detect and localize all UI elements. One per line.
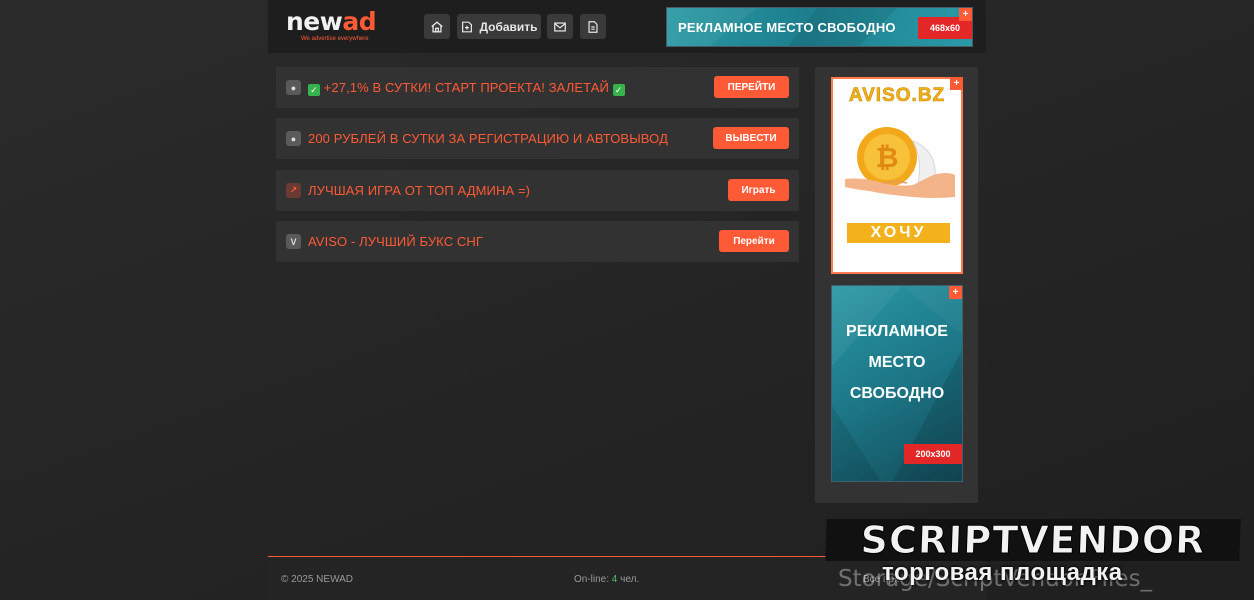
banner-200-plus-button[interactable]: + (949, 286, 962, 299)
logo-text-accent: ad (342, 7, 377, 36)
list-item-title: AVISO - ЛУЧШИЙ БУКС СНГ (308, 234, 484, 249)
withdraw-button[interactable]: ВЫВЕСТИ (713, 127, 789, 149)
online-counter: On-line: 4 чел. (574, 574, 640, 585)
banner-200-line-1: РЕКЛАМНОЕ (846, 323, 948, 340)
play-button[interactable]: Играть (728, 179, 789, 201)
banner-200-size: 200x300 (904, 444, 962, 464)
checkmark-icon: ✓ (308, 84, 320, 96)
circle-dot-icon: ● (286, 131, 301, 146)
home-icon (431, 20, 443, 32)
list-item-title: 200 РУБЛЕЙ В СУТКИ ЗА РЕГИСТРАЦИЮ И АВТО… (308, 131, 668, 146)
documents-button[interactable] (580, 14, 606, 39)
list-item[interactable]: ↗ ЛУЧШАЯ ИГРА ОТ ТОП АДМИНА =) Играть (276, 170, 799, 211)
logo[interactable]: newad We advertise everywhere (286, 7, 377, 43)
aviso-ad-banner[interactable]: AVISO.BZ ₿ ХОЧУ + (831, 77, 963, 274)
envelope-icon (554, 21, 566, 32)
circle-dot-icon: ● (286, 80, 301, 95)
logo-tagline: We advertise everywhere (301, 36, 369, 42)
online-count: 4 (611, 574, 618, 585)
add-button[interactable]: Добавить (457, 14, 541, 39)
banner-200-line-2: МЕСТО (868, 354, 926, 371)
watermark-brand: SCRIPTVENDOR (825, 518, 1241, 563)
document-icon (588, 20, 598, 33)
banner-200x300[interactable]: РЕКЛАМНОЕ МЕСТО СВОБОДНО 200x300 + (831, 285, 963, 482)
list-item[interactable]: V AVISO - ЛУЧШИЙ БУКС СНГ Перейти (276, 221, 799, 262)
checkmark-icon: ✓ (612, 84, 625, 96)
messages-button[interactable] (547, 14, 573, 39)
trend-arrow-icon: ↗ (286, 183, 301, 198)
watermark: SCRIPTVENDOR торговая площадка (825, 518, 1242, 589)
list-item[interactable]: ● 200 РУБЛЕЙ В СУТКИ ЗА РЕГИСТРАЦИЮ И АВ… (276, 118, 799, 159)
list-item[interactable]: ● ✓ +27,1% В СУТКИ! СТАРТ ПРОЕКТА! ЗАЛЕТ… (276, 67, 799, 108)
banner-200-line-3: СВОБОДНО (849, 385, 945, 402)
header: newad We advertise everywhere Добавить Р… (268, 0, 986, 53)
banner-468-text: РЕКЛАМНОЕ МЕСТО СВОБОДНО (678, 20, 896, 35)
logo-text-main: new (286, 7, 343, 36)
list-item-title: +27,1% В СУТКИ! СТАРТ ПРОЕКТА! ЗАЛЕТАЙ (323, 80, 609, 95)
go-button[interactable]: Перейти (719, 230, 789, 252)
svg-text:₿: ₿ (876, 141, 899, 174)
banner-468-plus-button[interactable]: + (959, 8, 972, 21)
list-item-title: ЛУЧШАЯ ИГРА ОТ ТОП АДМИНА =) (308, 183, 531, 198)
aviso-plus-button[interactable]: + (950, 77, 963, 90)
aviso-ad-title: AVISO.BZ (848, 85, 946, 107)
coin-hand-illustration: ₿ (845, 127, 955, 198)
aviso-cta-button[interactable]: ХОЧУ (847, 223, 950, 243)
copyright: © 2025 NEWAD (281, 574, 354, 585)
add-button-label: Добавить (479, 19, 538, 34)
home-button[interactable] (424, 14, 450, 39)
go-button[interactable]: ПЕРЕЙТИ (714, 76, 789, 98)
v-logo-icon: V (286, 234, 301, 249)
add-file-icon (462, 21, 473, 32)
banner-468x60[interactable]: РЕКЛАМНОЕ МЕСТО СВОБОДНО 468x60 + (666, 7, 973, 47)
watermark-subtitle: торговая площадка (882, 559, 1123, 586)
